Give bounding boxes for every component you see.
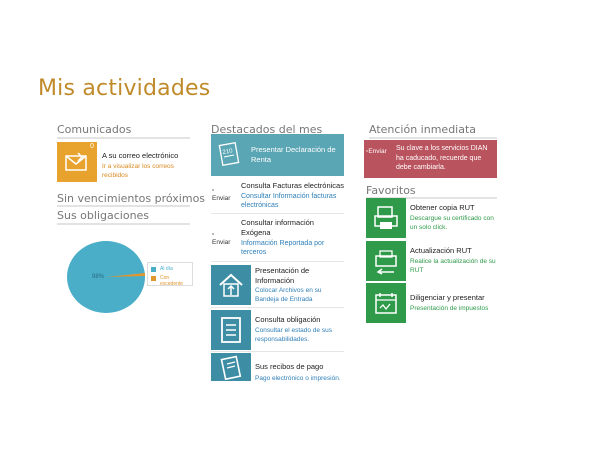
mail-icon xyxy=(65,152,87,171)
comunicados-item-link[interactable]: Ir a visualizar los correos recibidos xyxy=(102,162,190,180)
favoritos-heading: Favoritos xyxy=(366,184,416,197)
actualizacion-rut-tile[interactable] xyxy=(366,241,406,281)
obtener-copia-rut-tile[interactable] xyxy=(366,198,406,238)
divider xyxy=(211,307,344,308)
destacado-6-title[interactable]: Sus recibos de pago xyxy=(255,362,345,372)
legend-swatch-con-excedente xyxy=(151,276,156,281)
atencion-heading: Atención inmediata xyxy=(369,123,477,136)
obligaciones-pie-chart: 98% xyxy=(67,241,145,313)
comunicados-heading: Comunicados xyxy=(57,123,132,136)
document-list-icon xyxy=(221,317,241,343)
mail-count-badge: 0 xyxy=(90,143,94,150)
destacado-4-link[interactable]: Colocar Archivos en su Bandeja de Entrad… xyxy=(255,286,345,304)
obligaciones-heading: Sus obligaciones xyxy=(57,209,150,222)
destacado-4-title[interactable]: Presentación de Información xyxy=(255,266,345,286)
tax-form-icon: 210 xyxy=(218,142,240,166)
pie-legend: Al día Con excedente xyxy=(147,262,193,287)
favorito-2-title[interactable]: Actualización RUT xyxy=(410,246,500,256)
divider xyxy=(57,137,190,139)
vencimientos-heading: Sin vencimientos próximos xyxy=(57,192,206,205)
favorito-1-title[interactable]: Obtener copia RUT xyxy=(410,203,500,213)
presentacion-informacion-tile[interactable] xyxy=(211,265,251,305)
legend-label-al-dia: Al día xyxy=(160,266,173,272)
divider xyxy=(211,213,344,214)
destacado-5-link[interactable]: Consultar el estado de sus responsabilid… xyxy=(255,326,345,344)
comunicados-item-title[interactable]: A su correo electrónico xyxy=(102,151,192,161)
form-sign-icon xyxy=(375,293,397,314)
destacado-5-title[interactable]: Consulta obligación xyxy=(255,315,345,325)
favorito-2-link[interactable]: Realice la actualización de su RUT xyxy=(410,257,498,275)
destacado-6-link[interactable]: Pago electrónico o impresión. xyxy=(255,374,345,383)
pie-center-label: 98% xyxy=(92,274,105,280)
comunicados-tile[interactable]: 0 xyxy=(57,142,97,182)
destacado-3-link[interactable]: Información Reportada por terceros xyxy=(241,239,345,257)
broken-image-icon: ▫Enviar xyxy=(366,148,387,155)
page-title: Mis actividades xyxy=(38,76,211,101)
broken-image-icon: ▫Enviar xyxy=(212,187,231,202)
diligenciar-presentar-tile[interactable] xyxy=(366,283,406,323)
house-upload-icon xyxy=(219,273,243,297)
legend-swatch-al-dia xyxy=(151,267,156,272)
recibos-pago-tile[interactable] xyxy=(211,353,251,381)
receipt-icon xyxy=(220,355,242,380)
favorito-3-link[interactable]: Presentación de impuestos xyxy=(410,304,498,313)
consulta-obligacion-tile[interactable] xyxy=(211,310,251,350)
divider xyxy=(57,223,190,225)
atencion-alert-card[interactable]: ▫Enviar Su clave a los servicios DIAN ha… xyxy=(364,140,497,178)
divider xyxy=(211,261,344,262)
destacado-declaracion-renta[interactable]: 210 Presentar Declaración de Renta xyxy=(211,134,344,176)
favorito-1-link[interactable]: Descargue su certificado con un solo cli… xyxy=(410,214,498,232)
legend-label-con-excedente: Con excedente xyxy=(160,275,184,287)
broken-image-icon: ▫Enviar xyxy=(212,231,231,246)
destacado-3-title[interactable]: Consultar información Exógena xyxy=(241,218,345,238)
printer-icon xyxy=(374,206,398,229)
destacado-2-link[interactable]: Consultar Información facturas electróni… xyxy=(241,192,345,210)
divider xyxy=(369,137,497,139)
favorito-3-title[interactable]: Diligenciar y presentar xyxy=(410,293,500,303)
divider xyxy=(57,205,190,207)
atencion-message: Su clave a los servicios DIAN ha caducad… xyxy=(396,145,488,171)
destacado-2-title[interactable]: Consulta Facturas electrónicas xyxy=(241,181,345,191)
svg-text:210: 210 xyxy=(222,148,234,156)
printer-refresh-icon xyxy=(375,250,397,275)
destacado-1-title: Presentar Declaración de Renta xyxy=(251,145,336,164)
divider xyxy=(211,351,344,352)
